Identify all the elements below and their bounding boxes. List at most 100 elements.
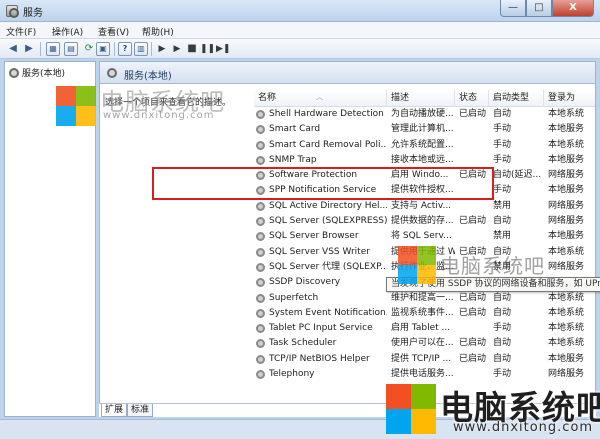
service-gear-icon	[256, 262, 265, 272]
start-service-alt-icon[interactable]: ▶	[170, 42, 184, 56]
gear-icon	[107, 68, 117, 78]
table-row[interactable]: SQL Server (SQLEXPRESS) 提供数据的存... 已启动 自动 网络服…	[254, 214, 595, 229]
stop-service-icon[interactable]: ■	[185, 42, 199, 56]
window-controls: — □ X	[500, 0, 594, 18]
column-header-startup-type[interactable]: 启动类型	[489, 90, 544, 107]
table-row[interactable]: TCP/IP NetBIOS Helper 提供 TCP/IP ... 已启动 自动 本…	[254, 352, 595, 367]
service-gear-icon	[256, 293, 265, 303]
cell-startup-type: 自动	[493, 109, 512, 119]
tab-extended[interactable]: 扩展	[101, 404, 128, 417]
table-row[interactable]: Superfetch 维护和提高一... 已启动 自动 本地系统	[254, 291, 595, 306]
cell-logon-as: 本地系统	[548, 246, 585, 257]
cell-status	[459, 153, 489, 168]
column-header-description[interactable]: 描述	[387, 90, 455, 107]
table-row[interactable]: SQL Server Browser 将 SQL Serv... 禁用 本地服务	[254, 229, 595, 244]
cell-name: SQL Server 代理 (SQLEXP...	[269, 261, 387, 272]
window-title: 服务	[23, 8, 43, 19]
menu-file[interactable]: 文件(F)	[6, 25, 36, 38]
cell-description: 提供电话服务...	[391, 369, 454, 380]
maximize-button[interactable]: □	[526, 0, 552, 17]
column-header-status[interactable]: 状态	[455, 90, 489, 107]
cell-logon-as: 本地系统	[548, 292, 585, 303]
cell-description: 提供数据的存...	[391, 216, 454, 227]
service-gear-icon	[256, 140, 265, 150]
cell-status: 已启动	[459, 109, 487, 119]
refresh-icon[interactable]: ⟳	[82, 42, 96, 56]
cell-startup-type: 自动	[493, 353, 512, 364]
table-row[interactable]: Shell Hardware Detection 为自动播放硬... 已启动 自动 本地…	[254, 107, 595, 122]
watermark-url: www.dnxitong.com	[453, 420, 594, 435]
table-row[interactable]: Task Scheduler 使用户可以在... 已启动 自动 本地系统	[254, 336, 595, 351]
cell-description: 监视系统事件...	[391, 307, 454, 318]
cell-status	[459, 321, 489, 336]
service-gear-icon	[256, 247, 265, 257]
properties-icon[interactable]: ▤	[64, 42, 78, 56]
cell-logon-as: 本地服务	[548, 231, 585, 242]
toolbar-separator	[114, 42, 115, 56]
minimize-button[interactable]: —	[500, 0, 526, 17]
tab-standard[interactable]: 标准	[127, 404, 154, 417]
cell-logon-as: 本地系统	[548, 338, 585, 349]
menu-bar: 文件(F) 操作(A) 查看(V) 帮助(H)	[0, 22, 600, 39]
watermark-logo-icon	[386, 384, 436, 434]
table-row[interactable]: SNMP Trap 接收本地或远... 手动 本地服务	[254, 153, 595, 168]
show-hide-tree-icon[interactable]: ▦	[46, 42, 60, 56]
tree-item-services-local[interactable]: 服务(本地)	[9, 66, 65, 79]
cell-startup-type: 手动	[493, 185, 512, 196]
close-button[interactable]: X	[552, 0, 594, 17]
table-row[interactable]: System Event Notification... 监视系统事件... 已启动…	[254, 306, 595, 321]
cell-description: 使用户可以在...	[391, 338, 454, 349]
logo-quadrant	[398, 265, 417, 284]
pause-service-icon[interactable]: ❚❚	[200, 42, 215, 56]
restart-service-icon[interactable]: ▶❚	[216, 42, 230, 56]
column-header-logon-as[interactable]: 登录为	[544, 90, 595, 107]
start-service-icon[interactable]: ▶	[155, 42, 169, 56]
pane-title: 服务(本地)	[124, 71, 172, 82]
cell-startup-type: 自动	[493, 292, 512, 303]
export-list-icon[interactable]: ▣	[96, 42, 110, 56]
table-row[interactable]: Smart Card 管理此计算机... 手动 本地服务	[254, 122, 595, 137]
table-row[interactable]: SQL Active Directory Hel... 支持与 Activ... 禁…	[254, 199, 595, 214]
cell-name: Task Scheduler	[269, 338, 337, 349]
cell-status	[459, 229, 489, 244]
back-arrow-icon[interactable]: ◀	[6, 42, 20, 56]
cell-startup-type: 自动	[493, 307, 512, 318]
column-header-label: 名称	[258, 93, 277, 103]
service-gear-icon	[256, 125, 265, 135]
cell-name: SQL Server (SQLEXPRESS)	[269, 216, 387, 227]
table-row[interactable]: Smart Card Removal Poli... 允许系统配置... 手动 本地系…	[254, 138, 595, 153]
logo-quadrant	[76, 86, 96, 106]
action-pane-icon[interactable]: ▥	[134, 42, 148, 56]
cell-status: 已启动	[459, 216, 487, 227]
service-gear-icon	[256, 324, 265, 334]
service-gear-icon	[256, 308, 265, 318]
cell-logon-as: 网络服务	[548, 261, 585, 272]
service-gear-icon	[256, 155, 265, 165]
menu-help[interactable]: 帮助(H)	[142, 25, 174, 38]
service-gear-icon	[256, 370, 265, 380]
cell-logon-as: 本地系统	[548, 323, 585, 334]
service-gear-icon	[256, 232, 265, 242]
cell-status: 已启动	[459, 307, 487, 318]
cell-logon-as: 本地系统	[548, 307, 585, 318]
cell-name: Shell Hardware Detection	[269, 109, 384, 119]
menu-view[interactable]: 查看(V)	[98, 25, 129, 38]
cell-name: SQL Server VSS Writer	[269, 246, 370, 257]
cell-description: 启用 Tablet ...	[391, 323, 451, 334]
help-icon[interactable]: ?	[118, 42, 132, 56]
cell-name: SQL Active Directory Hel...	[269, 200, 387, 211]
logo-quadrant	[411, 409, 436, 434]
menu-action[interactable]: 操作(A)	[52, 25, 83, 38]
logo-quadrant	[56, 86, 76, 106]
cell-status	[459, 122, 489, 137]
table-row[interactable]: Tablet PC Input Service 启用 Tablet ... 手动 本地…	[254, 321, 595, 336]
forward-arrow-icon[interactable]: ▶	[22, 42, 36, 56]
cell-startup-type: 自动	[493, 216, 512, 227]
logo-quadrant	[386, 384, 411, 409]
gear-icon	[9, 67, 19, 78]
cell-logon-as: 网络服务	[548, 170, 585, 181]
service-gear-icon	[256, 278, 265, 288]
cell-startup-type: 手动	[493, 139, 512, 150]
title-bar: 服务 — □ X	[0, 0, 600, 22]
pane-header: 服务(本地)	[100, 62, 595, 84]
